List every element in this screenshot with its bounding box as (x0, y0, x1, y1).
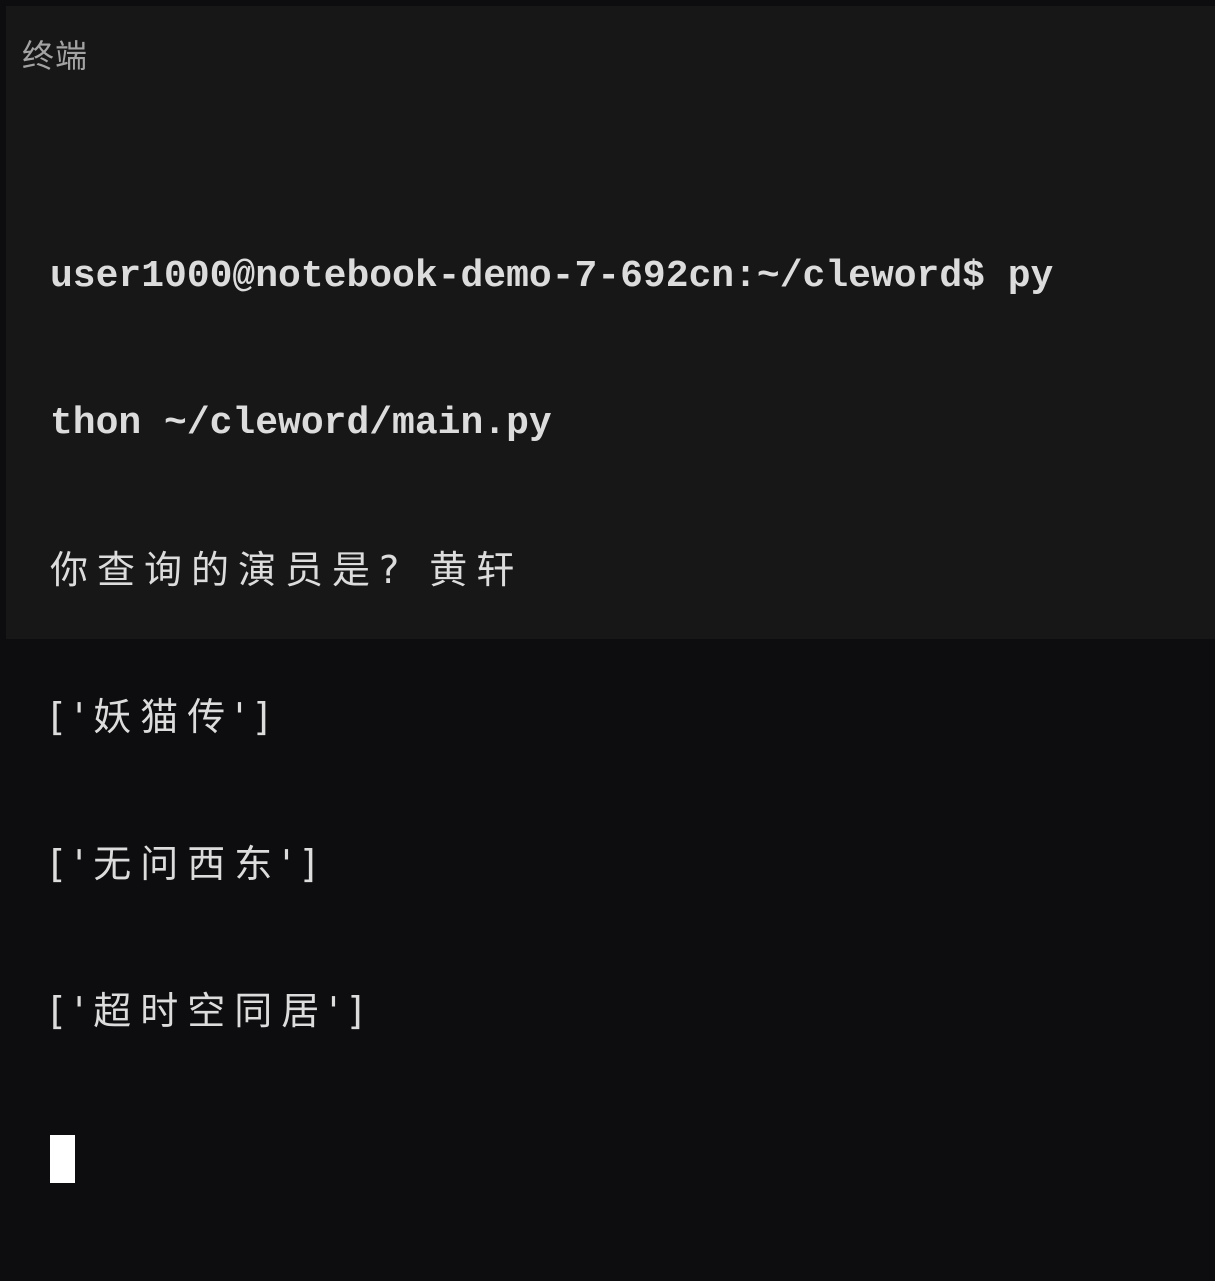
terminal-cursor (50, 1135, 75, 1183)
terminal-output[interactable]: user1000@notebook-demo-7-692cn:~/cleword… (50, 154, 1210, 1281)
terminal-panel: 终端 user1000@notebook-demo-7-692cn:~/clew… (6, 6, 1215, 1183)
terminal-input-line[interactable] (50, 1134, 1210, 1183)
terminal-line-result-2: ['无问西东'] (50, 842, 325, 886)
terminal-line-result-3: ['超时空同居'] (50, 989, 372, 1033)
terminal-line-command-1: user1000@notebook-demo-7-692cn:~/cleword… (50, 255, 1054, 298)
terminal-line-result-1: ['妖猫传'] (50, 695, 278, 739)
terminal-line-command-2: thon ~/cleword/main.py (50, 402, 552, 445)
window-bottom-edge (0, 639, 1215, 667)
panel-title: 终端 (22, 37, 89, 75)
terminal-line-prompt: 你查询的演员是? 黄轩 (50, 548, 524, 592)
